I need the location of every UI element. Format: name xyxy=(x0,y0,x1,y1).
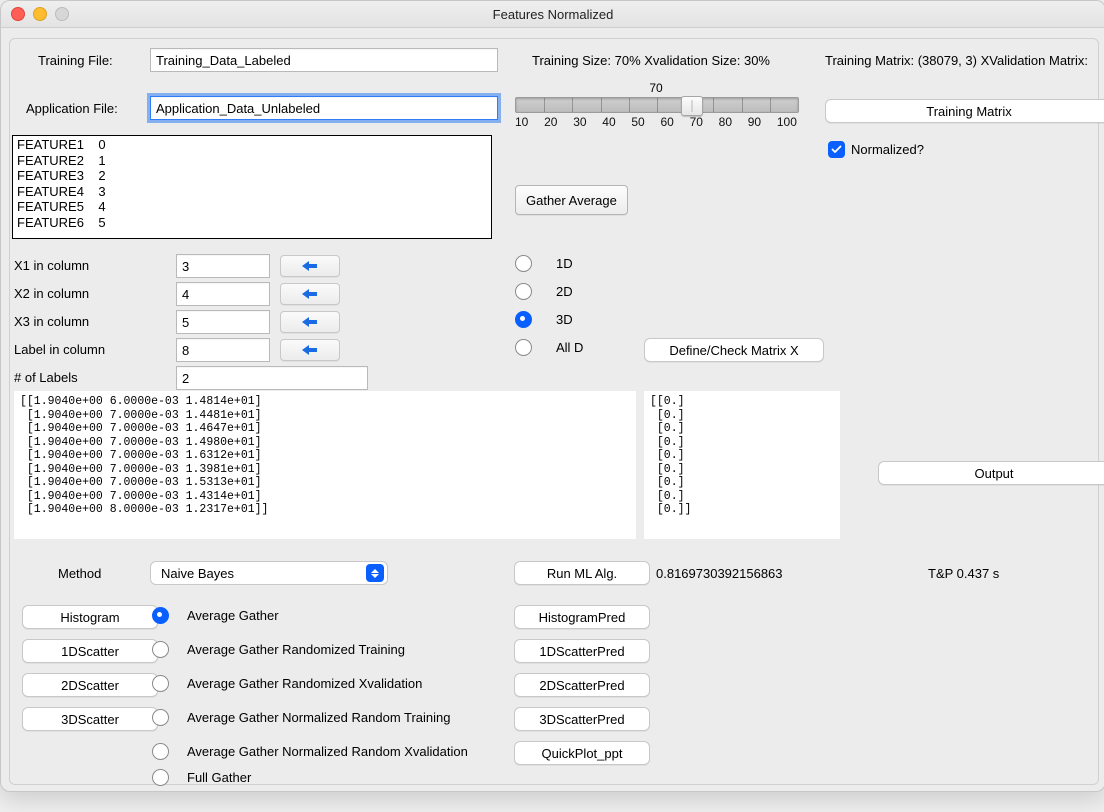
arrow-left-icon xyxy=(302,261,318,271)
scatter3d-button[interactable]: 3DScatter xyxy=(22,707,158,731)
gather-average-button[interactable]: Gather Average xyxy=(515,185,628,215)
dim-2d-row: 2D xyxy=(515,283,573,300)
gather-norm-rnd-xval-radio[interactable] xyxy=(152,743,169,760)
scatter1d-button[interactable]: 1DScatter xyxy=(22,639,158,663)
dim-alld-row: All D xyxy=(515,339,583,356)
application-file-label: Application File: xyxy=(26,101,118,116)
dim-3d-row: 3D xyxy=(515,311,573,328)
label-col-label: Label in column xyxy=(14,338,164,360)
matrix-preview: [[1.9040e+00 6.0000e-03 1.4814e+01] [1.9… xyxy=(14,391,636,539)
training-file-label: Training File: xyxy=(38,53,113,68)
split-summary: Training Size: 70% Xvalidation Size: 30% xyxy=(532,53,770,68)
scatter2d-button[interactable]: 2DScatter xyxy=(22,673,158,697)
gather-norm-rnd-xval-row: Average Gather Normalized Random Xvalida… xyxy=(152,743,468,760)
chevron-updown-icon xyxy=(366,564,384,582)
dim-1d-row: 1D xyxy=(515,255,573,272)
arrow-left-icon xyxy=(302,345,318,355)
timing-value: T&P 0.437 s xyxy=(928,566,999,581)
gather-norm-rnd-train-row: Average Gather Normalized Random Trainin… xyxy=(152,709,451,726)
x3-input[interactable] xyxy=(176,310,270,334)
normalized-checkbox[interactable] xyxy=(828,141,845,158)
check-icon xyxy=(831,144,842,155)
gather-rnd-xval-row: Average Gather Randomized Xvalidation xyxy=(152,675,422,692)
dim-1d-radio[interactable] xyxy=(515,255,532,272)
run-ml-button[interactable]: Run ML Alg. xyxy=(514,561,650,585)
slider-thumb[interactable] xyxy=(681,96,703,116)
dim-3d-radio[interactable] xyxy=(515,311,532,328)
gather-avg-label: Average Gather xyxy=(187,608,279,623)
training-matrix-button[interactable]: Training Matrix xyxy=(825,99,1104,123)
num-labels-input[interactable] xyxy=(176,366,368,390)
arrow-left-icon xyxy=(302,317,318,327)
arrow-left-icon xyxy=(302,289,318,299)
gather-avg-row: Average Gather xyxy=(152,607,279,624)
application-file-input[interactable] xyxy=(150,96,498,120)
label-col-input[interactable] xyxy=(176,338,270,362)
dim-2d-radio[interactable] xyxy=(515,283,532,300)
training-file-input[interactable] xyxy=(150,48,498,72)
titlebar: Features Normalized xyxy=(1,1,1104,28)
scatter3d-pred-button[interactable]: 3DScatterPred xyxy=(514,707,650,731)
gather-norm-rnd-train-radio[interactable] xyxy=(152,709,169,726)
dim-alld-radio[interactable] xyxy=(515,339,532,356)
features-listbox[interactable]: FEATURE1 0 FEATURE2 1 FEATURE3 2 FEATURE… xyxy=(12,135,492,239)
x3-label: X3 in column xyxy=(14,310,164,332)
method-label: Method xyxy=(58,566,101,581)
normalized-label: Normalized? xyxy=(851,142,924,157)
gather-norm-rnd-train-label: Average Gather Normalized Random Trainin… xyxy=(187,710,451,725)
histogram-button[interactable]: Histogram xyxy=(22,605,158,629)
x1-input[interactable] xyxy=(176,254,270,278)
gather-rnd-xval-radio[interactable] xyxy=(152,675,169,692)
num-labels-label: # of Labels xyxy=(14,366,164,388)
normalized-row: Normalized? xyxy=(828,141,924,158)
split-slider[interactable]: 70 10 20 30 40 xyxy=(515,81,799,129)
dim-alld-label: All D xyxy=(556,340,583,355)
histogram-pred-button[interactable]: HistogramPred xyxy=(514,605,650,629)
method-select[interactable]: Naive Bayes xyxy=(150,561,388,585)
dim-1d-label: 1D xyxy=(556,256,573,271)
gather-full-radio[interactable] xyxy=(152,769,169,786)
gather-rnd-train-row: Average Gather Randomized Training xyxy=(152,641,405,658)
dim-2d-label: 2D xyxy=(556,284,573,299)
score-value: 0.8169730392156863 xyxy=(656,566,783,581)
x1-arrow-button[interactable] xyxy=(280,255,340,277)
gather-norm-rnd-xval-label: Average Gather Normalized Random Xvalida… xyxy=(187,744,468,759)
label-arrow-button[interactable] xyxy=(280,339,340,361)
gather-rnd-train-label: Average Gather Randomized Training xyxy=(187,642,405,657)
gather-full-label: Full Gather xyxy=(187,770,251,785)
gather-avg-radio[interactable] xyxy=(152,607,169,624)
slider-value-label: 70 xyxy=(515,81,797,95)
x2-input[interactable] xyxy=(176,282,270,306)
scatter1d-pred-button[interactable]: 1DScatterPred xyxy=(514,639,650,663)
quickplot-button[interactable]: QuickPlot_ppt xyxy=(514,741,650,765)
labels-preview: [[0.] [0.] [0.] [0.] [0.] [0.] [0.] [0.]… xyxy=(644,391,840,539)
matrix-info: Training Matrix: (38079, 3) XValidation … xyxy=(825,53,1088,68)
dim-3d-label: 3D xyxy=(556,312,573,327)
gather-rnd-xval-label: Average Gather Randomized Xvalidation xyxy=(187,676,422,691)
content-area: Training File: Application File: Trainin… xyxy=(1,28,1104,791)
slider-tick-labels: 10 20 30 40 50 60 70 80 90 100 xyxy=(515,115,797,129)
x2-arrow-button[interactable] xyxy=(280,283,340,305)
x3-arrow-button[interactable] xyxy=(280,311,340,333)
method-value: Naive Bayes xyxy=(161,566,234,581)
gather-rnd-train-radio[interactable] xyxy=(152,641,169,658)
define-matrix-button[interactable]: Define/Check Matrix X xyxy=(644,338,824,362)
x1-label: X1 in column xyxy=(14,254,164,276)
gather-full-row: Full Gather xyxy=(152,769,251,786)
window-title: Features Normalized xyxy=(1,7,1104,22)
scatter2d-pred-button[interactable]: 2DScatterPred xyxy=(514,673,650,697)
x2-label: X2 in column xyxy=(14,282,164,304)
app-window: Features Normalized Training File: Appli… xyxy=(0,0,1104,792)
output-button[interactable]: Output xyxy=(878,461,1104,485)
